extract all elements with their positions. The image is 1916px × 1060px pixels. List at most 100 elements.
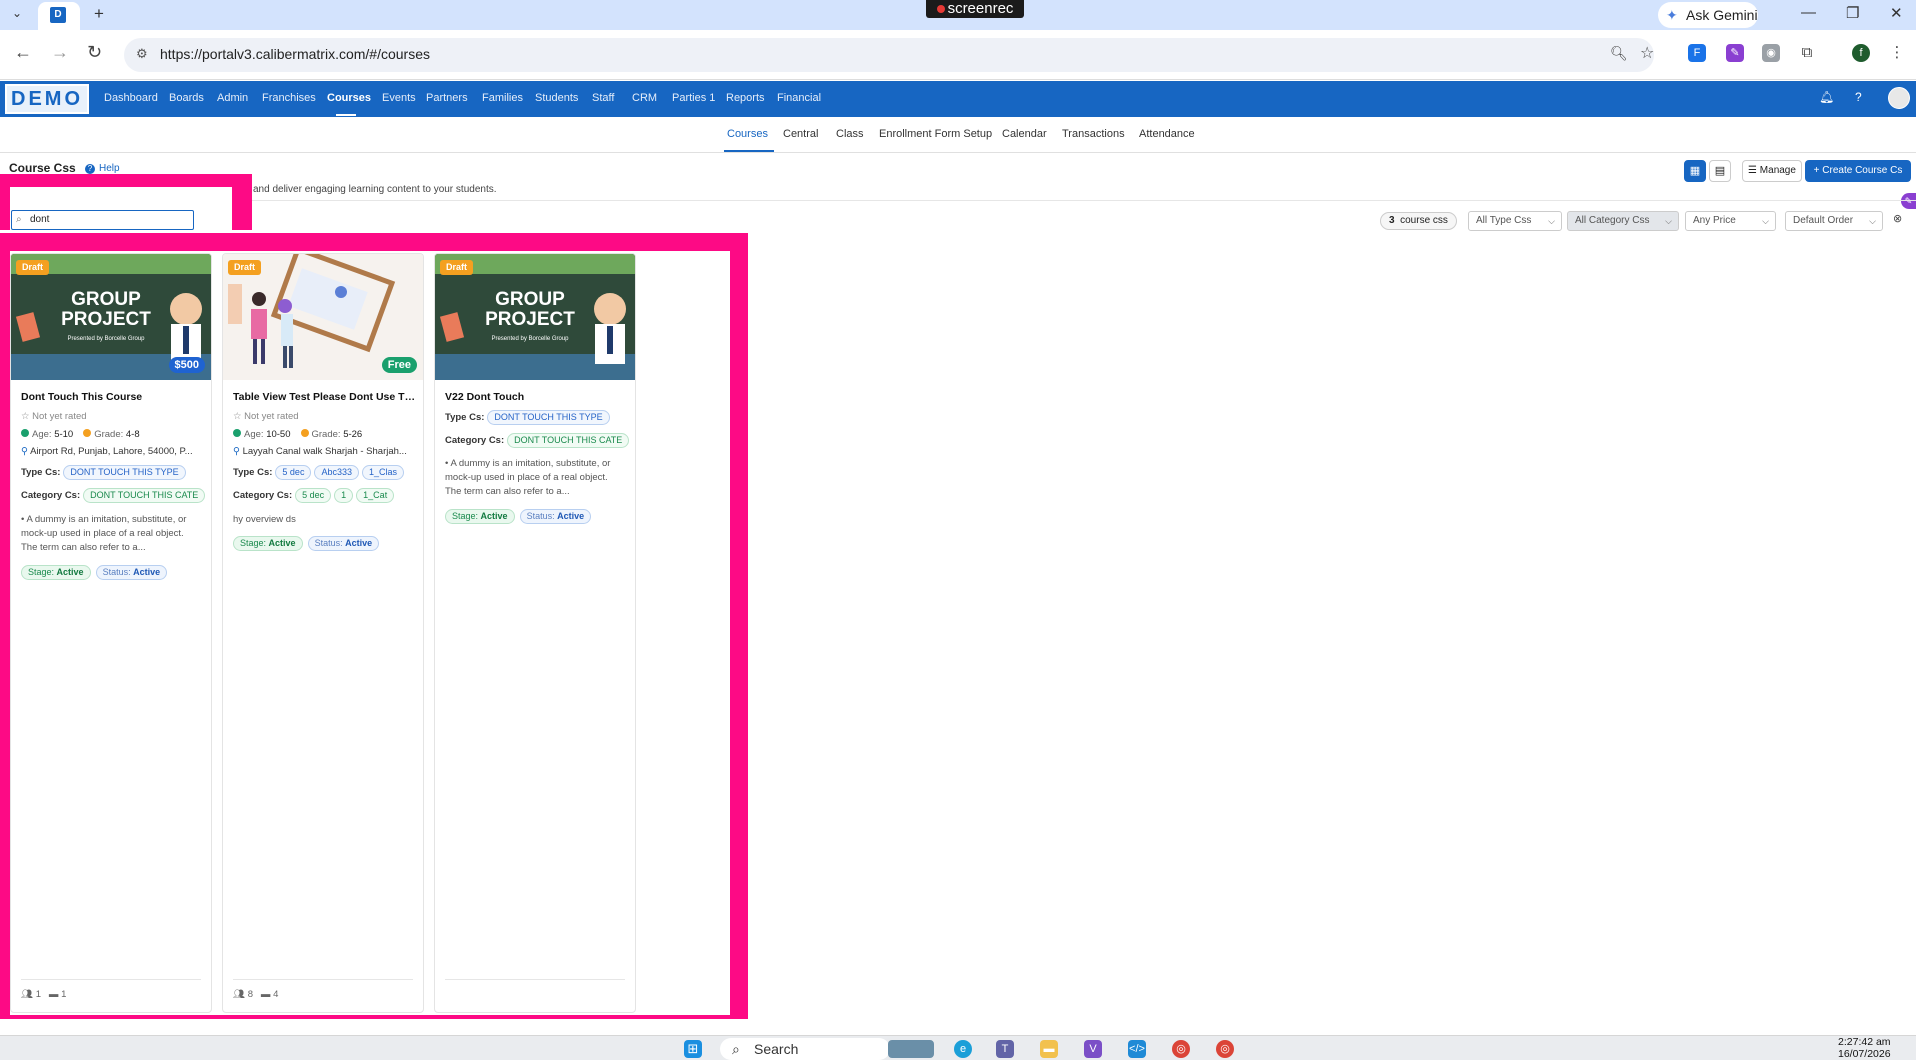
camera-icon[interactable]: ◉ (1762, 44, 1780, 62)
edge-icon[interactable]: e (954, 1040, 972, 1058)
subnav-calendar[interactable]: Calendar (1002, 128, 1047, 140)
subnav-enrollment-form-setup[interactable]: Enrollment Form Setup (879, 128, 992, 140)
subnav-class[interactable]: Class (836, 128, 864, 140)
reload-icon[interactable]: ↻ (87, 42, 102, 63)
subnav-attendance[interactable]: Attendance (1139, 128, 1195, 140)
close-window-icon[interactable]: ✕ (1890, 4, 1903, 22)
nav-admin[interactable]: Admin (217, 92, 248, 104)
nav-franchises[interactable]: Franchises (262, 92, 316, 104)
category-row: Category Cs: 5 dec 1 1_Cat (233, 488, 423, 503)
nav-events[interactable]: Events (382, 92, 416, 104)
chrome-icon-2[interactable]: ◎ (1216, 1040, 1234, 1058)
order-filter-select[interactable]: Default Order ⌵ (1785, 211, 1883, 231)
type-filter-select[interactable]: All Type Css ⌵ (1468, 211, 1562, 231)
tab-list-chevron-icon[interactable]: ⌄ (12, 6, 22, 20)
gemini-sparkle-icon: ✦ (1666, 7, 1678, 23)
url-text[interactable]: https://portalv3.calibermatrix.com/#/cou… (160, 46, 430, 62)
course-title[interactable]: Table View Test Please Dont Use Th... (233, 391, 418, 403)
map-pin-icon: ⚲ (21, 446, 28, 457)
extension-icon[interactable]: F (1688, 44, 1706, 62)
category-filter-select[interactable]: All Category Css ⌵ (1567, 211, 1679, 231)
chrome-icon[interactable]: ◎ (1172, 1040, 1190, 1058)
bell-icon[interactable]: 🔔︎ (1819, 90, 1834, 104)
chevron-down-icon: ⌵ (1762, 216, 1769, 226)
vscode-icon[interactable]: </> (1128, 1040, 1146, 1058)
grid-icon: ▦ (1689, 165, 1701, 177)
status-badge: Status: Active (519, 509, 592, 524)
course-card[interactable]: Draft Free Table View Test Please Dont U… (222, 253, 424, 1013)
bookmark-star-icon[interactable]: ☆ (1640, 43, 1654, 63)
nav-dashboard[interactable]: Dashboard (104, 92, 158, 104)
nav-parties[interactable]: Parties 1 (672, 92, 715, 104)
new-tab-icon[interactable]: + (94, 4, 104, 24)
profile-avatar[interactable]: f (1852, 44, 1870, 62)
nav-boards[interactable]: Boards (169, 92, 204, 104)
clear-filter-icon[interactable]: ⊗ (1893, 212, 1902, 225)
stage-badge: Stage: Active (445, 509, 515, 524)
nav-financial[interactable]: Financial (777, 92, 821, 104)
demo-logo[interactable]: DEMO (5, 84, 89, 114)
help-circle-icon[interactable]: ? (1855, 90, 1862, 104)
grid-view-button[interactable]: ▦ (1684, 160, 1706, 182)
status-badge: Status: Active (307, 536, 380, 551)
extension-pen-icon[interactable]: ✎ (1726, 44, 1744, 62)
system-clock[interactable]: 2:27:42 am 16/07/2026 (1838, 1036, 1891, 1060)
ask-gemini-button[interactable]: ✦ Ask Gemini (1658, 2, 1758, 28)
draft-badge: Draft (228, 260, 262, 275)
nav-crm[interactable]: CRM (632, 92, 657, 104)
nav-staff[interactable]: Staff (592, 92, 614, 104)
nav-active-indicator (336, 114, 356, 116)
zoom-icon[interactable]: 🔍︎ (1610, 45, 1628, 62)
chevron-down-icon: ⌵ (1869, 216, 1876, 226)
course-description: • A dummy is an imitation, substitute, o… (445, 458, 611, 497)
address-bar[interactable]: ⚙ https://portalv3.calibermatrix.com/#/c… (124, 38, 1654, 72)
students-icon: 👥︎ (21, 989, 34, 1000)
file-explorer-icon[interactable]: ▬ (1040, 1040, 1058, 1058)
browser-tab-active[interactable]: D (38, 2, 80, 30)
type-chip: DONT TOUCH THIS TYPE (487, 410, 610, 425)
help-link[interactable]: ? Help (85, 163, 120, 174)
nav-families[interactable]: Families (482, 92, 523, 104)
taskbar-search[interactable]: ⌕ Search (720, 1038, 890, 1060)
minimize-icon[interactable]: — (1801, 4, 1816, 21)
restore-icon[interactable]: ❐ (1846, 4, 1859, 22)
card-divider (21, 979, 201, 980)
course-title[interactable]: Dont Touch This Course (21, 391, 206, 403)
search-input[interactable]: ⌕ dont (11, 210, 194, 230)
visual-studio-icon[interactable]: V (1084, 1040, 1102, 1058)
subnav-courses[interactable]: Courses (727, 128, 768, 140)
more-menu-icon[interactable]: ⋮ (1888, 44, 1906, 62)
subnav-transactions[interactable]: Transactions (1062, 128, 1125, 140)
nav-students[interactable]: Students (535, 92, 578, 104)
type-chip: 5 dec (275, 465, 312, 480)
course-title[interactable]: V22 Dont Touch (445, 391, 630, 403)
type-row: Type Cs: DONT TOUCH THIS TYPE (21, 465, 211, 480)
app-navbar: DEMO Dashboard Boards Admin Franchises C… (0, 81, 1916, 117)
page-title: Course Css (9, 161, 76, 175)
floating-edit-icon[interactable]: ✎ (1901, 193, 1916, 209)
back-icon[interactable]: ← (14, 42, 32, 63)
user-avatar[interactable] (1888, 87, 1910, 109)
price-badge: Free (381, 357, 417, 373)
card-divider (445, 979, 625, 980)
status-badge: Status: Active (95, 565, 168, 580)
nav-courses[interactable]: Courses (327, 92, 371, 104)
stage-status-row: Stage: Active Status: Active (233, 533, 380, 551)
widget-image-icon[interactable] (888, 1040, 934, 1058)
site-info-icon[interactable]: ⚙ (136, 46, 148, 62)
extensions-puzzle-icon[interactable]: ⧉ (1798, 44, 1816, 62)
forward-icon[interactable]: → (51, 42, 69, 63)
course-card[interactable]: GROUP PROJECT Presented by Borcelle Grou… (10, 253, 212, 1013)
windows-start-icon[interactable]: ⊞ (684, 1040, 702, 1058)
price-filter-select[interactable]: Any Price ⌵ (1685, 211, 1776, 231)
table-view-button[interactable]: ▤ (1709, 160, 1731, 182)
subnav-central[interactable]: Central (783, 128, 818, 140)
course-card[interactable]: GROUP PROJECT Presented by Borcelle Grou… (434, 253, 636, 1013)
teams-icon[interactable]: T (996, 1040, 1014, 1058)
manage-button[interactable]: ☰ Manage (1742, 160, 1802, 182)
card-stats: 👥︎ 8 ▬ 4 (233, 989, 279, 1000)
nav-partners[interactable]: Partners (426, 92, 468, 104)
category-chip: 1_Cat (356, 488, 395, 503)
nav-reports[interactable]: Reports (726, 92, 765, 104)
create-course-button[interactable]: + Create Course Cs (1805, 160, 1911, 182)
